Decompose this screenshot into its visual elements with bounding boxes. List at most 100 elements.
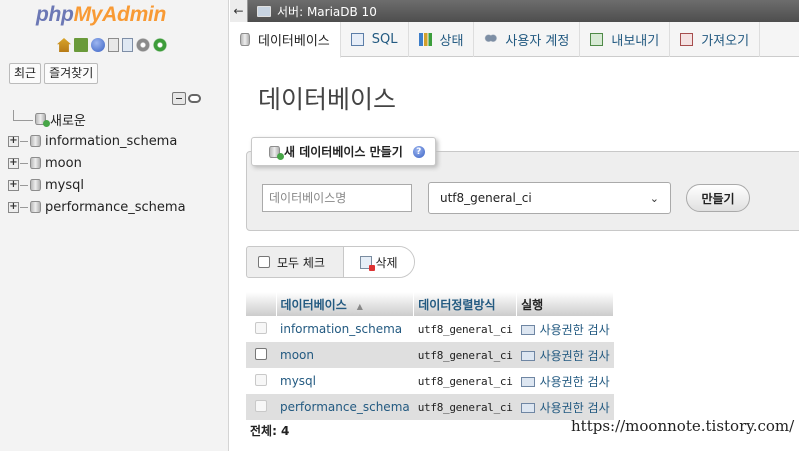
tree-item-new[interactable]: 새로운	[8, 108, 186, 130]
tree-item-performance-schema[interactable]: + performance_schema	[8, 196, 186, 218]
privileges-icon	[520, 350, 535, 361]
tree-item-label[interactable]: performance_schema	[45, 200, 186, 215]
check-all-toggle[interactable]: 모두 체크	[247, 247, 343, 277]
favorites-button[interactable]: 즐겨찾기	[44, 63, 99, 84]
nav-icon-bar	[57, 38, 167, 52]
check-privileges-label[interactable]: 사용권한 검사	[540, 323, 610, 337]
settings-gear-icon[interactable]	[136, 38, 150, 52]
database-name-input[interactable]	[262, 184, 412, 212]
tab-label: 데이터베이스	[258, 34, 330, 49]
tree-connector	[20, 140, 28, 142]
expand-icon[interactable]: +	[8, 157, 19, 169]
total-count: 전체: 4	[250, 424, 290, 438]
check-privileges-label[interactable]: 사용권한 검사	[540, 375, 610, 389]
new-database-icon	[269, 145, 284, 160]
server-breadcrumb[interactable]: 서버: MariaDB 10	[277, 3, 377, 20]
row-checkbox-cell	[246, 342, 276, 368]
header-collation-label[interactable]: 데이터정렬방식	[418, 298, 495, 312]
database-icon	[30, 201, 41, 213]
new-database-icon	[35, 113, 50, 127]
check-all-label[interactable]: 모두 체크	[277, 254, 325, 271]
header-checkbox-column	[246, 292, 277, 316]
expand-icon[interactable]: +	[8, 201, 19, 213]
row-checkbox[interactable]	[255, 347, 267, 360]
tab-label: 가져오기	[701, 34, 750, 49]
tree-controls	[172, 92, 201, 105]
collation-cell: utf8_general_ci	[413, 342, 517, 368]
help-icon[interactable]	[91, 38, 105, 52]
tree-item-label[interactable]: moon	[45, 156, 82, 171]
privileges-icon	[520, 376, 535, 387]
tree-item-information-schema[interactable]: + information_schema	[8, 130, 186, 152]
tab-import[interactable]: 가져오기	[670, 22, 761, 57]
header-database-label[interactable]: 데이터베이스	[281, 298, 347, 312]
tab-databases[interactable]: 데이터베이스	[230, 22, 341, 58]
phpmyadmin-logo[interactable]: phpMyAdmin	[36, 3, 166, 27]
sql-docs-icon[interactable]	[122, 38, 133, 52]
drop-databases-button[interactable]: 삭제	[343, 247, 414, 277]
tree-item-label[interactable]: 새로운	[50, 110, 86, 129]
tab-sql[interactable]: SQL	[341, 22, 409, 57]
tree-connector	[20, 184, 28, 186]
help-icon[interactable]: ?	[412, 145, 425, 158]
row-checkbox-cell	[246, 394, 276, 420]
drop-icon	[360, 255, 376, 271]
tree-item-label[interactable]: information_schema	[45, 134, 177, 149]
logo-php: php	[36, 3, 74, 26]
collapse-all-icon[interactable]	[172, 92, 186, 105]
main-tabs: 데이터베이스 SQL 상태 사용자 계정 내보내기 가져오기	[230, 22, 799, 58]
logout-icon[interactable]	[74, 38, 88, 52]
docs-icon[interactable]	[108, 38, 119, 52]
tab-export[interactable]: 내보내기	[580, 22, 671, 57]
home-icon[interactable]	[57, 38, 71, 52]
header-action-column: 실행	[516, 292, 615, 316]
collation-cell: utf8_general_ci	[417, 374, 513, 388]
table-row: performance_schema utf8_general_ci 사용권한 …	[246, 394, 614, 420]
collation-select[interactable]: utf8_general_ci ⌄	[428, 182, 671, 214]
export-icon	[590, 33, 604, 46]
logo-my: My	[73, 3, 103, 26]
tree-connector	[13, 109, 33, 121]
header-database-column[interactable]: 데이터베이스 ▲	[276, 292, 415, 316]
check-all-checkbox[interactable]	[258, 256, 270, 268]
privileges-icon	[520, 324, 535, 335]
database-name-link[interactable]: mysql	[276, 368, 414, 394]
sql-icon	[350, 33, 364, 46]
header-collation-column[interactable]: 데이터정렬방식	[413, 292, 518, 316]
server-breadcrumb-bar: ← 서버: MariaDB 10	[230, 0, 799, 22]
expand-icon[interactable]: +	[8, 135, 19, 147]
create-database-button[interactable]: 만들기	[686, 184, 750, 212]
status-icon	[418, 33, 432, 46]
recent-button[interactable]: 최근	[9, 63, 42, 84]
chevron-down-icon: ⌄	[649, 191, 659, 205]
import-icon	[680, 33, 694, 46]
collapse-nav-arrow-icon[interactable]: ←	[230, 0, 248, 22]
check-privileges-label[interactable]: 사용권한 검사	[540, 401, 610, 415]
create-database-legend-label: 새 데이터베이스 만들기	[284, 145, 403, 159]
tree-item-mysql[interactable]: + mysql	[8, 174, 186, 196]
header-action-label: 실행	[521, 297, 544, 312]
collation-cell: utf8_general_ci	[413, 394, 517, 420]
database-tree: 새로운 + information_schema + moon + mysql …	[8, 108, 186, 218]
check-privileges-link[interactable]: 사용권한 검사	[517, 368, 614, 394]
check-privileges-label[interactable]: 사용권한 검사	[540, 349, 610, 363]
database-name-link[interactable]: moon	[276, 342, 414, 368]
database-name-link[interactable]: information_schema	[276, 316, 414, 342]
link-with-main-icon[interactable]	[188, 94, 201, 103]
reload-icon[interactable]	[153, 38, 167, 52]
tab-user-accounts[interactable]: 사용자 계정	[474, 22, 581, 57]
tab-status[interactable]: 상태	[409, 22, 475, 57]
tab-label: SQL	[371, 32, 398, 47]
row-checkbox	[255, 321, 267, 334]
nav-tabs: 최근 즐겨찾기	[9, 63, 99, 84]
watermark-text: https://moonnote.tistory.com/	[571, 417, 795, 435]
tree-item-label[interactable]: mysql	[45, 178, 84, 193]
expand-icon[interactable]: +	[8, 179, 19, 191]
tree-item-moon[interactable]: + moon	[8, 152, 186, 174]
database-name-link[interactable]: performance_schema	[276, 394, 414, 420]
check-privileges-link[interactable]: 사용권한 검사	[516, 342, 614, 368]
check-privileges-link[interactable]: 사용권한 검사	[517, 316, 614, 342]
tab-label: 사용자 계정	[505, 34, 570, 49]
database-icon	[30, 157, 41, 169]
row-checkbox	[255, 399, 267, 412]
